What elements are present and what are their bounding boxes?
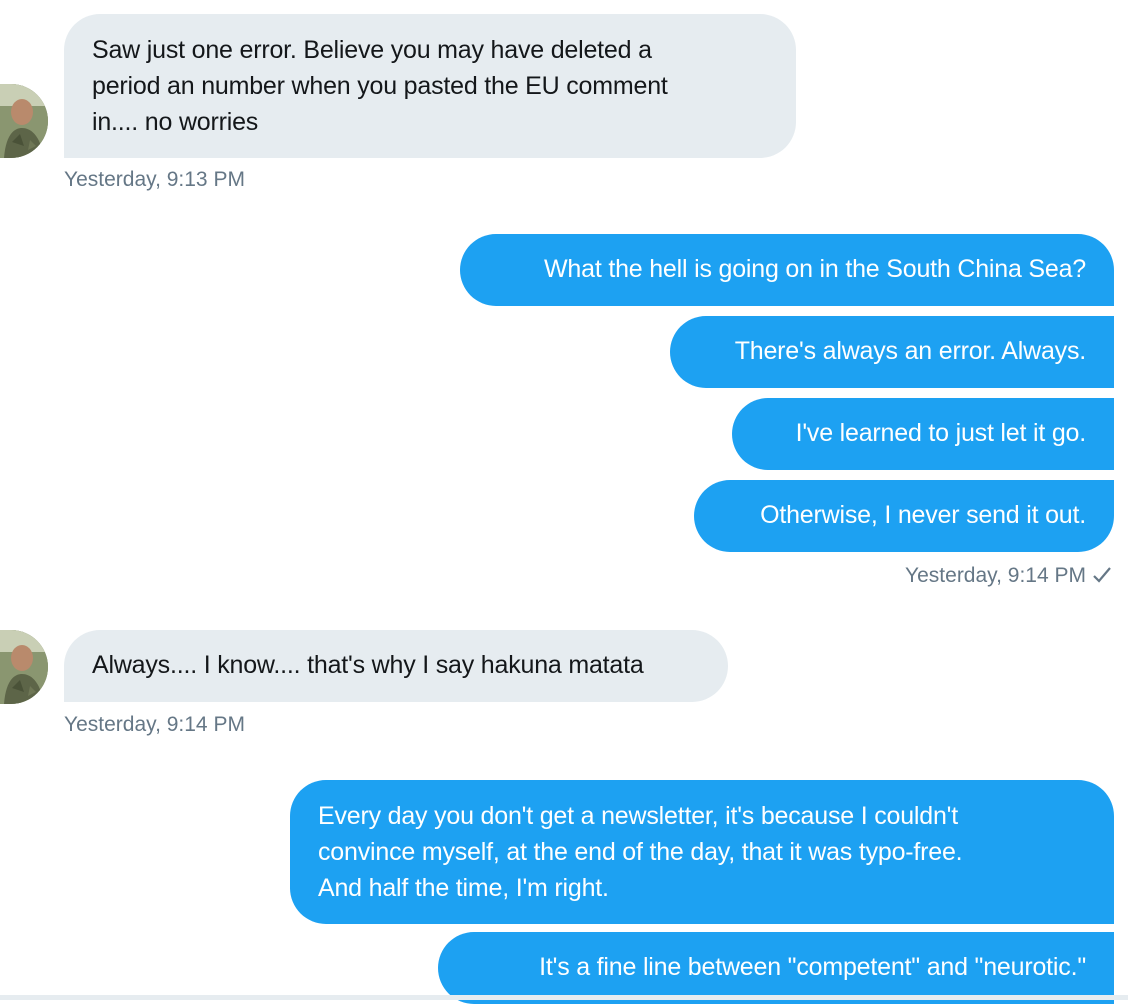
incoming-message-bubble[interactable]: Always.... I know.... that's why I say h… bbox=[64, 630, 728, 702]
outgoing-message-bubble[interactable]: Otherwise, I never send it out. bbox=[694, 480, 1114, 552]
incoming-message-bubble[interactable]: Saw just one error. Believe you may have… bbox=[64, 14, 796, 158]
avatar[interactable] bbox=[0, 84, 48, 158]
check-icon bbox=[1092, 565, 1112, 591]
avatar[interactable] bbox=[0, 630, 48, 704]
user-avatar-photo-icon bbox=[0, 630, 48, 704]
outgoing-message-bubble[interactable]: What the hell is going on in the South C… bbox=[460, 234, 1114, 306]
outgoing-message-bubble[interactable]: I've learned to just let it go. bbox=[732, 398, 1114, 470]
outgoing-message-bubble[interactable]: Every day you don't get a newsletter, it… bbox=[290, 780, 1114, 924]
message-timestamp: Yesterday, 9:14 PM bbox=[64, 713, 245, 736]
outgoing-message-bubble[interactable]: It's a fine line between "competent" and… bbox=[438, 932, 1114, 1004]
message-timestamp: Yesterday, 9:13 PM bbox=[64, 168, 245, 191]
user-avatar-photo-icon bbox=[0, 84, 48, 158]
outgoing-message-bubble[interactable]: There's always an error. Always. bbox=[670, 316, 1114, 388]
message-timestamp: Yesterday, 9:14 PM bbox=[905, 564, 1086, 587]
message-timestamp-with-read-receipt: Yesterday, 9:14 PM bbox=[905, 563, 1112, 591]
composer-divider bbox=[0, 995, 1128, 1000]
